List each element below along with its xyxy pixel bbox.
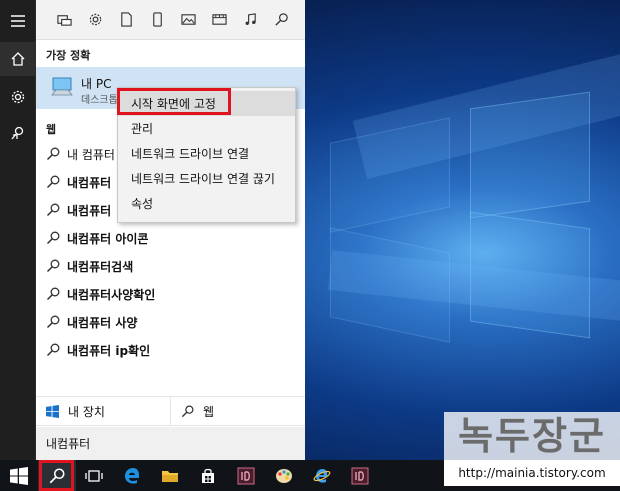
best-match-heading: 가장 정확 — [46, 49, 91, 62]
feedback-icon[interactable] — [0, 116, 36, 150]
search-query-text: 내컴퓨터 — [46, 437, 91, 451]
context-menu-item[interactable]: 네트워크 드라이브 연결 끊기 — [118, 166, 295, 191]
web-result-item[interactable]: 내컴퓨터사양확인 — [36, 280, 305, 308]
context-menu-item[interactable]: 속성 — [118, 191, 295, 216]
search-scope-tabs: 내 장치 웹 — [36, 396, 305, 426]
web-tab-label: 웹 — [203, 404, 215, 419]
watermark-url: http://mainia.tistory.com — [444, 460, 620, 486]
folder-icon — [162, 470, 178, 482]
internet-explorer-icon — [313, 468, 331, 483]
store-button[interactable] — [189, 460, 227, 491]
web-result-item[interactable]: 내컴퓨터 사양 — [36, 308, 305, 336]
web-result-text: 내 컴퓨터 — [67, 146, 115, 163]
search-icon — [46, 259, 60, 273]
search-icon — [46, 231, 60, 245]
context-menu-item[interactable]: 관리 — [118, 116, 295, 141]
web-result-text: 내컴퓨터 ip확인 — [67, 342, 150, 359]
store-bag-icon — [202, 468, 214, 483]
task-view-button[interactable] — [75, 460, 113, 491]
web-result-item[interactable]: 내컴퓨터 ip확인 — [36, 336, 305, 364]
web-result-text: 내컴퓨터 — [67, 174, 111, 191]
web-result-bold: 내컴퓨터 아이콘 — [67, 231, 149, 246]
web-result-text: 내컴퓨터검색 — [67, 258, 133, 275]
search-icon — [46, 315, 60, 329]
watermark-title: 녹두장군 — [444, 412, 620, 460]
web-result-bold: 내컴퓨터검색 — [67, 259, 134, 274]
photos-filter-icon[interactable] — [173, 0, 204, 40]
settings-gear-icon[interactable] — [0, 80, 36, 114]
taskbar-search-button[interactable] — [38, 460, 76, 491]
search-icon — [46, 203, 60, 217]
internet-explorer-button[interactable] — [303, 460, 341, 491]
context-menu: 시작 화면에 고정 관리 네트워크 드라이브 연결 네트워크 드라이브 연결 끊기 속성 — [117, 87, 296, 223]
paint-app-button[interactable] — [265, 460, 303, 491]
apps-filter-icon[interactable] — [49, 0, 80, 40]
web-result-bold: 내컴퓨터 ip확인 — [67, 343, 151, 358]
documents-filter-icon[interactable] — [111, 0, 142, 40]
web-result-bold: 내컴퓨터사양확인 — [67, 287, 156, 302]
edge-icon — [125, 467, 139, 484]
context-menu-item[interactable]: 시작 화면에 고정 — [118, 91, 295, 116]
web-result-bold: 내컴퓨터 사양 — [67, 315, 138, 330]
search-input[interactable]: 내컴퓨터 — [36, 427, 305, 460]
web-result-item[interactable]: 내컴퓨터 아이콘 — [36, 224, 305, 252]
search-icon — [46, 175, 60, 189]
edge-browser-button[interactable] — [113, 460, 151, 491]
filter-toolbar — [36, 0, 305, 40]
web-result-bold: 내컴퓨터 — [67, 175, 112, 190]
this-pc-icon — [51, 77, 73, 96]
windows-logo-icon — [46, 404, 59, 418]
hamburger-menu-icon[interactable] — [0, 4, 36, 38]
web-result-bold: 내컴퓨터 — [67, 203, 112, 218]
paint-palette-icon — [276, 468, 292, 483]
settings-filter-icon[interactable] — [80, 0, 111, 40]
home-icon[interactable] — [0, 42, 36, 76]
web-result-prefix: 내 컴퓨터 — [67, 147, 115, 162]
my-stuff-label: 내 장치 — [68, 404, 105, 419]
search-icon — [49, 467, 65, 483]
best-match-subtitle: 데스크톱 앱 — [81, 95, 117, 106]
context-menu-item[interactable]: 네트워크 드라이브 연결 — [118, 141, 295, 166]
search-icon — [181, 405, 194, 417]
start-menu-rail — [0, 0, 36, 460]
web-tab[interactable]: 웹 — [171, 397, 305, 425]
best-match-title: 내 PC — [81, 77, 112, 91]
file-explorer-button[interactable] — [151, 460, 189, 491]
windows-logo-icon — [10, 466, 28, 485]
web-result-text: 내컴퓨터사양확인 — [67, 286, 155, 303]
start-search-panel: 가장 정확 내 PC 데스크톱 앱 웹 내 컴퓨터 내컴퓨터내컴퓨터내컴퓨터 아… — [36, 0, 305, 460]
web-result-text: 내컴퓨터 아이콘 — [67, 230, 148, 247]
search-icon — [46, 343, 60, 357]
web-filter-search-icon[interactable] — [266, 0, 297, 40]
indesign-app-button-2[interactable] — [341, 460, 379, 491]
web-heading: 웹 — [46, 123, 57, 136]
videos-filter-icon[interactable] — [204, 0, 235, 40]
web-result-text: 내컴퓨터 사양 — [67, 314, 137, 331]
search-icon — [46, 147, 60, 161]
task-view-icon — [85, 469, 103, 482]
start-button[interactable] — [0, 460, 38, 491]
my-stuff-tab[interactable]: 내 장치 — [36, 397, 171, 425]
indesign-app-button[interactable] — [227, 460, 265, 491]
web-result-item[interactable]: 내컴퓨터검색 — [36, 252, 305, 280]
music-filter-icon[interactable] — [235, 0, 266, 40]
search-icon — [46, 287, 60, 301]
device-filter-icon[interactable] — [142, 0, 173, 40]
indesign-icon — [237, 467, 255, 484]
indesign-icon — [351, 467, 369, 484]
web-result-text: 내컴퓨터 — [67, 202, 111, 219]
